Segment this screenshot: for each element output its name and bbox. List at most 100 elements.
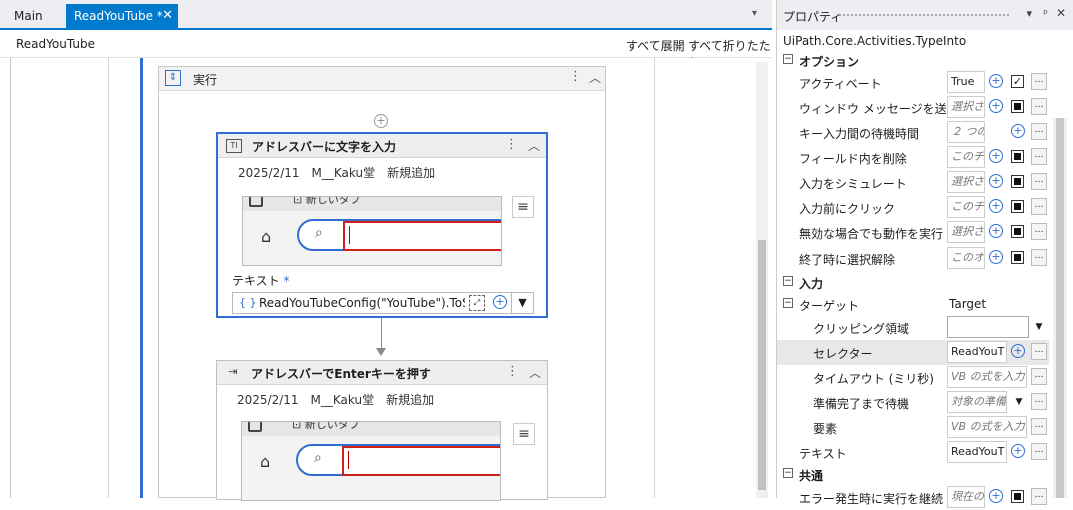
property-row-wait-ready[interactable]: 準備完了まで待機 対象の準備 ▼ … [777,390,1049,415]
checkbox[interactable] [1011,490,1024,503]
wait-ready-value[interactable]: 対象の準備 [947,391,1007,413]
property-row-option[interactable]: 入力をシミュレート 選択さ +… [777,170,1049,195]
add-activity-icon[interactable]: + [374,114,388,128]
property-value[interactable]: 選択さ [947,96,985,118]
element-value[interactable]: VB の式を入力 [947,416,1027,438]
type-into-activity[interactable]: TI アドレスバーに文字を入力 ⋮ ︿ 2025/2/11 M__Kaku堂 新… [216,132,548,318]
property-value[interactable]: 選択さ [947,221,985,243]
property-row-timeout[interactable]: タイムアウト (ミリ秒) VB の式を入力 … [777,365,1049,390]
tab-main[interactable]: Main [6,4,51,28]
property-row-option[interactable]: ウィンドウ メッセージを送信 選択さ +… [777,95,1049,120]
collapse-toggle-icon[interactable]: − [783,276,793,286]
property-value[interactable]: ２ つのキー [947,121,985,143]
checkbox[interactable] [1011,225,1024,238]
plus-icon[interactable]: + [989,74,1003,88]
property-row-text[interactable]: テキスト ReadYouT + … [777,440,1049,465]
ellipsis-button[interactable]: … [1031,173,1047,190]
close-icon[interactable]: ✕ [162,4,173,28]
property-row-option[interactable]: フィールド内を削除 このチ +… [777,145,1049,170]
expand-editor-icon[interactable]: ⤢ [469,295,485,311]
ellipsis-button[interactable]: … [1031,123,1047,140]
checkbox[interactable] [1011,100,1024,113]
property-value[interactable]: True [947,71,985,93]
text-expression-value[interactable]: ReadYouTubeConfig("YouTube").ToString [259,296,465,310]
property-row-option[interactable]: 終了時に選択解除 このオ +… [777,246,1049,271]
plus-icon[interactable]: + [989,99,1003,113]
checkbox[interactable] [1011,200,1024,213]
more-options-icon[interactable]: ⋮ [505,137,518,152]
property-value[interactable]: このチ [947,146,985,168]
property-value[interactable]: 選択さ [947,171,985,193]
property-value[interactable]: このチ [947,196,985,218]
ellipsis-button[interactable]: … [1031,443,1047,460]
clipping-region-input[interactable] [947,316,1029,338]
container-header[interactable]: ⇕ 実行 ⋮ ︿ [159,67,605,91]
ellipsis-button[interactable]: … [1031,343,1047,360]
properties-scrollbar[interactable] [1053,118,1067,498]
ellipsis-button[interactable]: … [1031,198,1047,215]
text-value[interactable]: ReadYouT [947,441,1007,463]
collapse-icon[interactable]: ︿ [589,69,601,86]
collapse-toggle-icon[interactable]: − [783,468,793,478]
section-common[interactable]: − 共通 [777,464,1049,486]
selector-value[interactable]: ReadYouT [947,341,1007,363]
collapse-icon[interactable]: ︿ [529,364,541,381]
dropdown-icon[interactable]: ▼ [1011,392,1027,412]
checkbox[interactable] [1011,251,1024,264]
ellipsis-button[interactable]: … [1031,393,1047,410]
plus-icon[interactable]: + [1011,444,1025,458]
keyboard-shortcut-activity[interactable]: ⇥ アドレスバーでEnterキーを押す ⋮ ︿ 2025/2/11 M__Kak… [216,360,548,501]
property-row-option[interactable]: 無効な場合でも動作を実行 選択さ +… [777,220,1049,245]
plus-icon[interactable]: + [1011,124,1025,138]
plus-icon[interactable]: + [989,224,1003,238]
plus-icon[interactable]: + [989,149,1003,163]
text-expression-field[interactable]: { } ReadYouTubeConfig("YouTube").ToStrin… [232,292,534,314]
target-menu-icon[interactable]: ≡ [512,196,534,218]
property-row-option[interactable]: アクティベート True + ✓… [777,70,1049,95]
dropdown-icon[interactable]: ▾ [1026,7,1032,20]
ellipsis-button[interactable]: … [1031,488,1047,505]
ellipsis-button[interactable]: … [1031,73,1047,90]
chevron-down-icon[interactable]: ▾ [752,8,757,19]
section-options[interactable]: − オプション [777,50,1049,72]
collapse-toggle-icon[interactable]: − [783,298,793,308]
ellipsis-button[interactable]: … [1031,418,1047,435]
property-value[interactable]: このオ [947,247,985,269]
dropdown-icon[interactable]: ▼ [511,293,533,313]
plus-icon[interactable]: + [989,250,1003,264]
dropdown-icon[interactable]: ▼ [1031,317,1047,337]
plus-icon[interactable]: + [1011,344,1025,358]
property-row-clipping[interactable]: クリッピング領域 ▼ [777,315,1049,340]
ellipsis-button[interactable]: … [1031,148,1047,165]
property-row-target[interactable]: − ターゲット Target [777,292,1049,317]
plus-icon[interactable]: + [493,295,507,309]
property-row-element[interactable]: 要素 VB の式を入力 … [777,415,1049,440]
property-row-option[interactable]: キー入力間の待機時間２ つのキー+… [777,120,1049,145]
checkbox[interactable]: ✓ [1011,75,1024,88]
collapse-icon[interactable]: ︿ [528,137,540,154]
more-options-icon[interactable]: ⋮ [569,69,582,84]
ellipsis-button[interactable]: … [1031,223,1047,240]
activity-header[interactable]: ⇥ アドレスバーでEnterキーを押す ⋮ ︿ [217,361,547,385]
canvas-scrollbar[interactable] [756,62,768,498]
timeout-value[interactable]: VB の式を入力 [947,366,1027,388]
continue-on-error-value[interactable]: 現在の [947,486,985,508]
target-menu-icon[interactable]: ≡ [513,423,535,445]
plus-icon[interactable]: + [989,174,1003,188]
collapse-toggle-icon[interactable]: − [783,54,793,64]
property-row-selector[interactable]: セレクター ReadYouT + … [777,340,1049,365]
plus-icon[interactable]: + [989,199,1003,213]
plus-icon[interactable]: + [989,489,1003,503]
checkbox[interactable] [1011,150,1024,163]
expand-all-button[interactable]: すべて展開 [626,37,685,54]
section-input[interactable]: − 入力 [777,272,1049,294]
tab-readyoutube[interactable]: ReadYouTube * ✕ [66,4,178,28]
breadcrumb-title[interactable]: ReadYouTube [16,37,95,51]
property-row-option[interactable]: 入力前にクリック このチ +… [777,195,1049,220]
ellipsis-button[interactable]: … [1031,249,1047,266]
close-icon[interactable]: ✕ [1056,6,1066,20]
ellipsis-button[interactable]: … [1031,98,1047,115]
pin-icon[interactable]: ᵖ [1043,7,1048,20]
more-options-icon[interactable]: ⋮ [506,364,519,379]
activity-header[interactable]: TI アドレスバーに文字を入力 ⋮ ︿ [218,134,546,158]
